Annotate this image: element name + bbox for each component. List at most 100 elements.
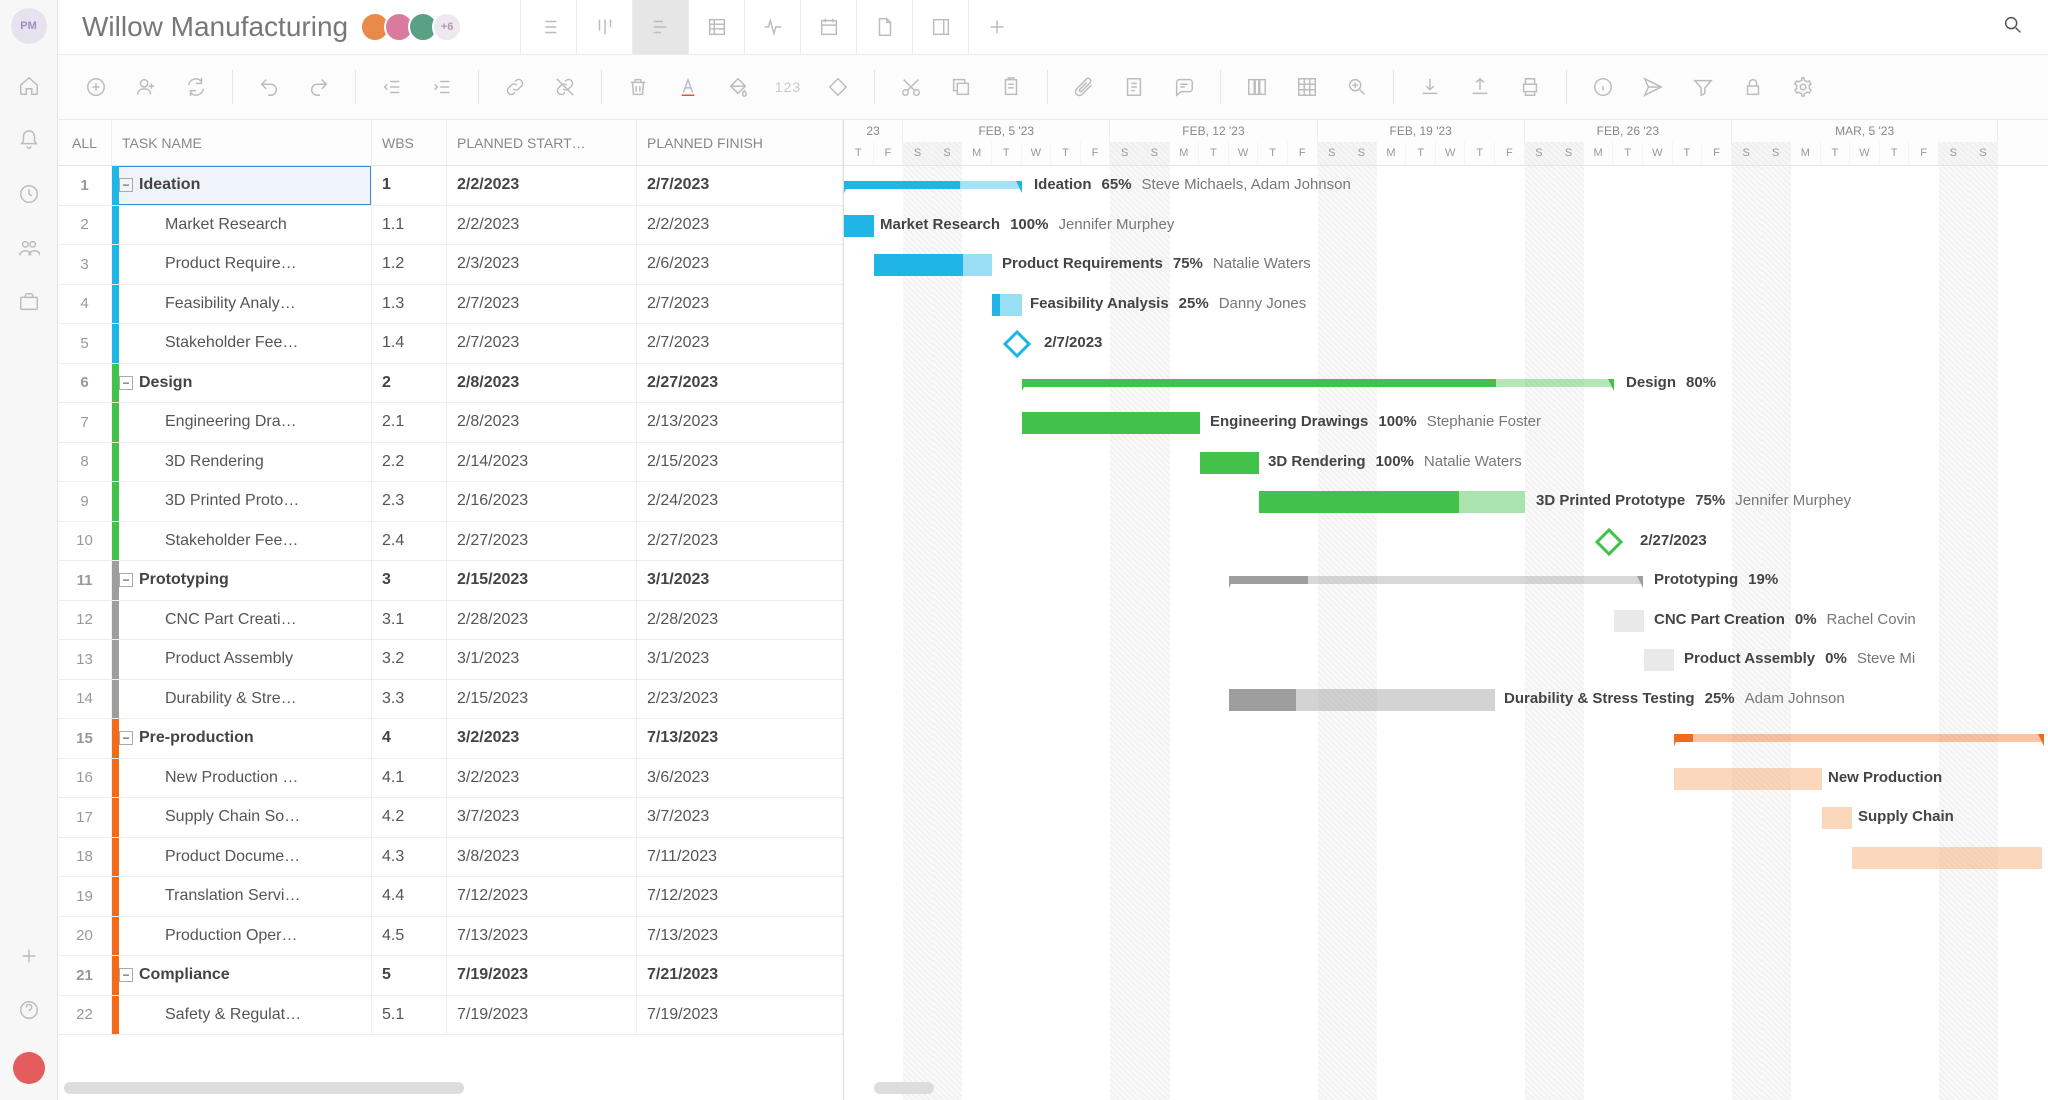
cut-icon[interactable] [897, 73, 925, 101]
start-cell[interactable]: 2/8/2023 [447, 403, 637, 442]
table-row[interactable]: 1−Ideation12/2/20232/7/2023 [58, 166, 843, 206]
task-bar[interactable] [1022, 412, 1200, 434]
finish-cell[interactable]: 2/7/2023 [637, 324, 843, 363]
unlink-icon[interactable] [551, 73, 579, 101]
table-row[interactable]: 93D Printed Proto…2.32/16/20232/24/2023 [58, 482, 843, 522]
finish-cell[interactable]: 2/27/2023 [637, 522, 843, 561]
finish-cell[interactable]: 7/13/2023 [637, 719, 843, 758]
text-color-icon[interactable] [674, 73, 702, 101]
finish-cell[interactable]: 2/13/2023 [637, 403, 843, 442]
milestone-marker[interactable] [1003, 330, 1031, 358]
table-row[interactable]: 12CNC Part Creati…3.12/28/20232/28/2023 [58, 601, 843, 641]
finish-cell[interactable]: 2/2/2023 [637, 206, 843, 245]
view-file-icon[interactable] [856, 0, 912, 54]
briefcase-icon[interactable] [17, 290, 41, 314]
table-row[interactable]: 83D Rendering2.22/14/20232/15/2023 [58, 443, 843, 483]
collapse-icon[interactable]: − [119, 573, 133, 587]
paste-icon[interactable] [997, 73, 1025, 101]
finish-cell[interactable]: 3/1/2023 [637, 561, 843, 600]
people-icon[interactable] [17, 236, 41, 260]
task-cell[interactable]: −Pre-production [112, 719, 372, 758]
collapse-icon[interactable]: − [119, 968, 133, 982]
task-cell[interactable]: Stakeholder Fee… [112, 324, 372, 363]
task-cell[interactable]: −Design [112, 364, 372, 403]
indent-icon[interactable] [428, 73, 456, 101]
start-cell[interactable]: 3/2/2023 [447, 719, 637, 758]
milestone-marker[interactable] [1595, 527, 1623, 555]
summary-bar[interactable] [1022, 379, 1614, 387]
task-bar[interactable] [1852, 847, 2042, 869]
table-row[interactable]: 20Production Oper…4.57/13/20237/13/2023 [58, 917, 843, 957]
task-cell[interactable]: Durability & Stre… [112, 680, 372, 719]
finish-cell[interactable]: 2/7/2023 [637, 285, 843, 324]
task-cell[interactable]: −Compliance [112, 956, 372, 995]
outdent-icon[interactable] [378, 73, 406, 101]
finish-cell[interactable]: 3/6/2023 [637, 759, 843, 798]
view-panel-icon[interactable] [912, 0, 968, 54]
task-bar[interactable] [1674, 768, 1822, 790]
finish-cell[interactable]: 7/13/2023 [637, 917, 843, 956]
table-row[interactable]: 19Translation Servi…4.47/12/20237/12/202… [58, 877, 843, 917]
start-cell[interactable]: 2/7/2023 [447, 285, 637, 324]
start-cell[interactable]: 7/19/2023 [447, 996, 637, 1035]
task-cell[interactable]: −Ideation [112, 166, 372, 205]
bell-icon[interactable] [17, 128, 41, 152]
view-list-icon[interactable] [520, 0, 576, 54]
task-cell[interactable]: Market Research [112, 206, 372, 245]
start-cell[interactable]: 2/2/2023 [447, 206, 637, 245]
start-cell[interactable]: 7/13/2023 [447, 917, 637, 956]
start-cell[interactable]: 2/8/2023 [447, 364, 637, 403]
task-cell[interactable]: Product Assembly [112, 640, 372, 679]
table-row[interactable]: 4Feasibility Analy…1.32/7/20232/7/2023 [58, 285, 843, 325]
start-cell[interactable]: 2/14/2023 [447, 443, 637, 482]
task-cell[interactable]: Supply Chain So… [112, 798, 372, 837]
start-cell[interactable]: 2/27/2023 [447, 522, 637, 561]
help-icon[interactable] [17, 998, 41, 1022]
add-task-icon[interactable] [82, 73, 110, 101]
task-cell[interactable]: Safety & Regulat… [112, 996, 372, 1035]
import-icon[interactable] [1416, 73, 1444, 101]
start-cell[interactable]: 3/7/2023 [447, 798, 637, 837]
avatar-stack[interactable]: +6 [366, 12, 462, 42]
lock-icon[interactable] [1739, 73, 1767, 101]
plus-icon[interactable] [17, 944, 41, 968]
task-cell[interactable]: Engineering Dra… [112, 403, 372, 442]
table-row[interactable]: 13Product Assembly3.23/1/20233/1/2023 [58, 640, 843, 680]
info-icon[interactable] [1589, 73, 1617, 101]
fill-color-icon[interactable] [724, 73, 752, 101]
task-cell[interactable]: −Prototyping [112, 561, 372, 600]
table-row[interactable]: 18Product Docume…4.33/8/20237/11/2023 [58, 838, 843, 878]
start-cell[interactable]: 2/28/2023 [447, 601, 637, 640]
link-icon[interactable] [501, 73, 529, 101]
task-bar[interactable] [1644, 649, 1674, 671]
task-bar[interactable] [1200, 452, 1259, 474]
clock-icon[interactable] [17, 182, 41, 206]
start-cell[interactable]: 2/15/2023 [447, 561, 637, 600]
collapse-icon[interactable]: − [119, 376, 133, 390]
send-icon[interactable] [1639, 73, 1667, 101]
avatar-more[interactable]: +6 [432, 12, 462, 42]
task-cell[interactable]: Feasibility Analy… [112, 285, 372, 324]
finish-cell[interactable]: 7/12/2023 [637, 877, 843, 916]
col-finish[interactable]: PLANNED FINISH [637, 120, 843, 165]
table-row[interactable]: 6−Design22/8/20232/27/2023 [58, 364, 843, 404]
finish-cell[interactable]: 7/21/2023 [637, 956, 843, 995]
summary-bar[interactable] [1229, 576, 1643, 584]
table-row[interactable]: 11−Prototyping32/15/20233/1/2023 [58, 561, 843, 601]
task-bar[interactable] [844, 215, 874, 237]
finish-cell[interactable]: 2/7/2023 [637, 166, 843, 205]
table-row[interactable]: 2Market Research1.12/2/20232/2/2023 [58, 206, 843, 246]
table-row[interactable]: 17Supply Chain So…4.23/7/20233/7/2023 [58, 798, 843, 838]
comment-icon[interactable] [1170, 73, 1198, 101]
task-cell[interactable]: 3D Printed Proto… [112, 482, 372, 521]
summary-bar[interactable] [1674, 734, 2044, 742]
refresh-icon[interactable] [182, 73, 210, 101]
col-task[interactable]: TASK NAME [112, 120, 372, 165]
col-wbs[interactable]: WBS [372, 120, 447, 165]
grid-scrollbar[interactable] [64, 1082, 464, 1094]
table-row[interactable]: 3Product Require…1.22/3/20232/6/2023 [58, 245, 843, 285]
summary-bar[interactable] [844, 181, 1022, 189]
table-row[interactable]: 7Engineering Dra…2.12/8/20232/13/2023 [58, 403, 843, 443]
notes-icon[interactable] [1120, 73, 1148, 101]
start-cell[interactable]: 3/2/2023 [447, 759, 637, 798]
